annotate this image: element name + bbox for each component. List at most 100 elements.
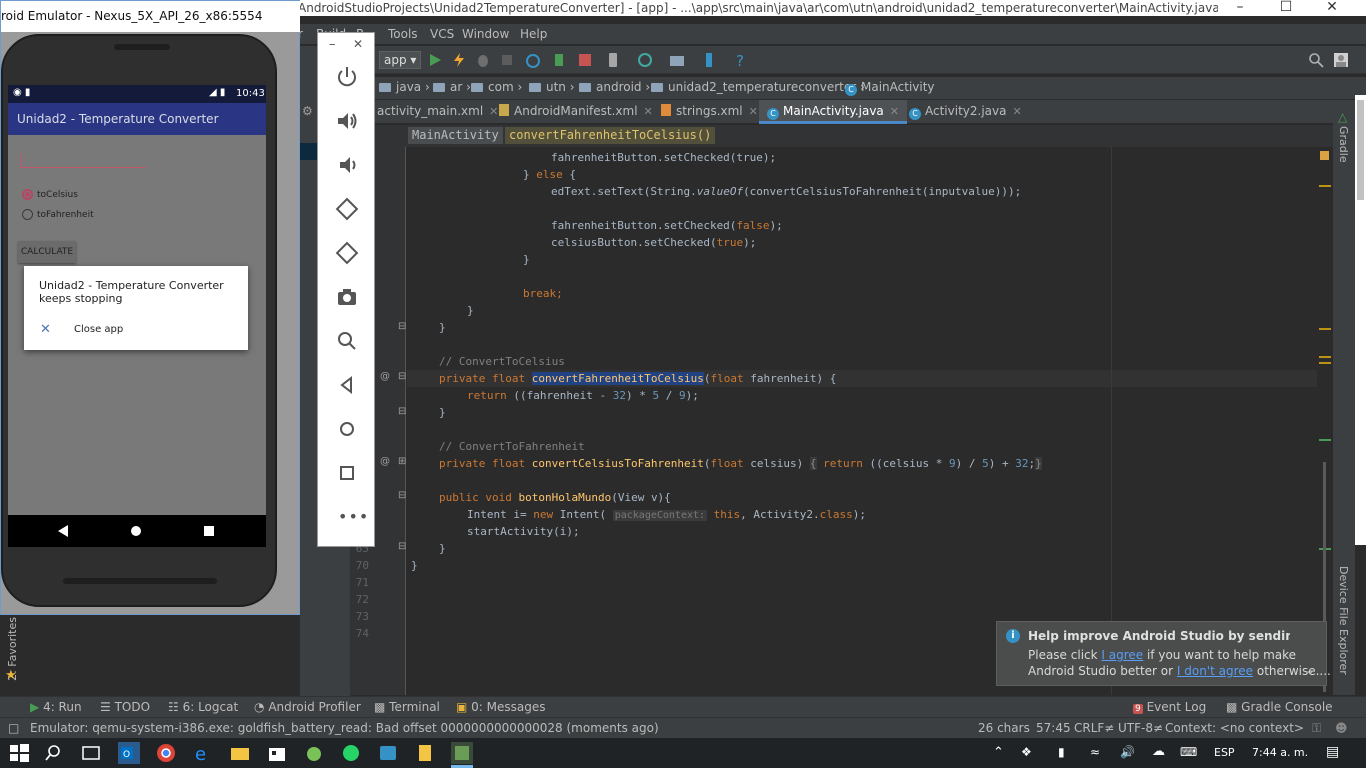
settings-gear-icon[interactable]: ⚙ <box>302 104 313 118</box>
caret-position[interactable]: 57:45 <box>1036 721 1071 735</box>
notepad-icon[interactable] <box>414 742 436 764</box>
power-icon[interactable] <box>335 65 359 89</box>
crumb-method[interactable]: convertFahrenheitToCelsius() <box>505 127 716 144</box>
wifi-icon[interactable]: ≈ <box>1090 745 1100 759</box>
debug-icon[interactable] <box>475 52 491 68</box>
help-icon[interactable]: ? <box>733 52 749 68</box>
close-tab-icon[interactable]: ✕ <box>644 105 653 118</box>
line-separator[interactable]: CRLF≠ <box>1074 721 1114 735</box>
overview-icon[interactable] <box>335 461 359 485</box>
warning-marker[interactable] <box>1319 328 1331 330</box>
minimize-icon[interactable]: – <box>1217 0 1263 16</box>
stop-icon[interactable] <box>577 52 593 68</box>
window-scroll-thumb[interactable] <box>1357 100 1364 200</box>
volume-tray-icon[interactable]: 🔊 <box>1120 745 1135 759</box>
close-tab-icon[interactable]: ✕ <box>749 105 758 118</box>
back-nav-icon[interactable] <box>57 524 69 538</box>
maximize-icon[interactable]: ☐ <box>1263 0 1309 16</box>
device-screen[interactable]: ◉ ▮ ◢ ▮ 10:43 Unidad2 - Temperature Conv… <box>8 85 266 547</box>
radio-tofahrenheit[interactable] <box>22 209 33 220</box>
profiler-tool-button[interactable]: ◔ Android Profiler <box>254 700 361 714</box>
volume-down-icon[interactable] <box>335 153 359 177</box>
fold-marker-icon[interactable]: ⊟ <box>398 321 406 332</box>
close-icon[interactable]: ✕ <box>1309 0 1355 16</box>
gradle-tool-button[interactable]: Gradle <box>1337 126 1350 163</box>
warning-marker[interactable] <box>1319 356 1331 358</box>
volume-up-icon[interactable] <box>335 109 359 133</box>
close-tab-icon[interactable]: ✕ <box>1012 105 1021 118</box>
fold-marker-icon[interactable]: ⊟ <box>398 371 406 382</box>
outlook-icon[interactable]: O <box>118 742 140 764</box>
menu-tools[interactable]: Tools <box>388 27 418 41</box>
android-studio-active-icon[interactable] <box>451 742 473 764</box>
radio-tocelsius[interactable] <box>22 189 33 200</box>
android-studio-taskbar-icon[interactable] <box>303 742 325 764</box>
run-icon[interactable] <box>427 52 443 68</box>
crumb-utn[interactable]: utn › <box>529 80 575 94</box>
status-toggle-icon[interactable]: □ <box>8 721 19 735</box>
more-icon[interactable]: ••• <box>338 507 369 526</box>
menu-vcs[interactable]: VCS <box>430 27 454 41</box>
crumb-mainactivity[interactable]: C MainActivity <box>845 80 935 96</box>
fold-marker-icon[interactable]: ⊟ <box>398 541 406 552</box>
tab-manifest[interactable]: AndroidManifest.xml ✕ <box>499 100 653 124</box>
inspector-icon[interactable]: ☻ <box>1335 721 1348 735</box>
crumb-com[interactable]: com › <box>471 80 522 94</box>
crumb-ar[interactable]: ar › <box>433 80 471 94</box>
terminal-tool-button[interactable]: ▩ Terminal <box>374 700 440 714</box>
tab-activity-main[interactable]: activity_main.xml ✕ <box>377 100 498 124</box>
search-icon[interactable] <box>1308 52 1324 68</box>
overview-nav-icon[interactable] <box>203 525 215 537</box>
back-icon[interactable] <box>335 373 359 397</box>
project-structure-icon[interactable] <box>669 52 685 68</box>
rotate-right-icon[interactable] <box>335 241 359 265</box>
clock[interactable]: 7:44 a. m. <box>1252 746 1308 759</box>
close-tab-icon[interactable]: ✕ <box>890 105 899 118</box>
calculate-button[interactable]: CALCULATE <box>18 241 76 263</box>
fold-marker-icon[interactable]: ⊟ <box>398 406 406 417</box>
home-nav-icon[interactable] <box>130 525 142 537</box>
favorites-star-icon[interactable]: ★ <box>5 668 17 683</box>
crumb-class[interactable]: MainActivity <box>408 127 503 144</box>
apply-changes-icon[interactable] <box>451 52 467 68</box>
override-marker-icon[interactable]: @ <box>380 456 390 467</box>
menu-help[interactable]: Help <box>520 27 547 41</box>
store-icon[interactable] <box>266 742 288 764</box>
menu-window[interactable]: Window <box>462 27 509 41</box>
crumb-android[interactable]: android › <box>579 80 650 94</box>
run-tool-button[interactable]: ▶ 4: Run <box>30 700 82 714</box>
task-view-icon[interactable] <box>80 742 102 764</box>
temperature-input[interactable] <box>20 167 146 168</box>
file-encoding[interactable]: UTF-8≠ <box>1118 721 1163 735</box>
camera-icon[interactable] <box>335 285 359 309</box>
status-message[interactable]: Emulator: qemu-system-i386.exe: goldfish… <box>30 721 659 735</box>
close-tab-icon[interactable]: ✕ <box>489 105 498 118</box>
logcat-tool-button[interactable]: ☷ 6: Logcat <box>168 700 238 714</box>
tray-overflow-icon[interactable]: ⌃ <box>993 745 1004 760</box>
action-center-icon[interactable]: ▤ <box>1326 744 1339 760</box>
sdk-manager-icon[interactable] <box>701 52 717 68</box>
windows-start-icon[interactable] <box>8 742 30 764</box>
warning-marker[interactable] <box>1320 151 1329 160</box>
crumb-java[interactable]: java › <box>379 80 430 94</box>
error-stripe[interactable] <box>1317 147 1332 695</box>
context-indicator[interactable]: Context: <no context> <box>1165 721 1304 735</box>
file-explorer-icon[interactable] <box>229 742 251 764</box>
disagree-link[interactable]: I don't agree <box>1177 664 1253 678</box>
close-app-button[interactable]: Close app <box>74 324 123 335</box>
keyboard-icon[interactable]: ⌨ <box>1180 745 1197 759</box>
run-config-select[interactable]: app ▾ <box>379 51 421 69</box>
crumb-package[interactable]: unidad2_temperatureconverter › <box>651 80 865 94</box>
fold-expand-icon[interactable]: ⊞ <box>398 456 406 467</box>
emulator-taskbar-icon[interactable] <box>377 742 399 764</box>
coverage-icon[interactable] <box>499 52 515 68</box>
minimize-emulator-icon[interactable]: – <box>329 37 336 52</box>
fold-marker-icon[interactable]: ⊟ <box>398 490 406 501</box>
dropbox-icon[interactable]: ❖ <box>1021 745 1032 759</box>
user-icon[interactable] <box>1333 52 1349 68</box>
warning-marker[interactable] <box>1319 185 1331 187</box>
change-marker[interactable] <box>1319 439 1331 441</box>
warning-marker[interactable] <box>1319 362 1331 364</box>
event-log-button[interactable]: 9 Event Log <box>1133 700 1206 714</box>
chrome-icon[interactable] <box>155 742 177 764</box>
